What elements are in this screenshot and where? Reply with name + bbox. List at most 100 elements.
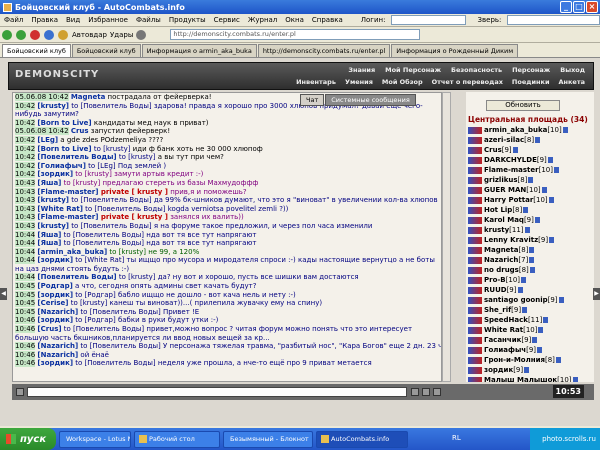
message-author[interactable]: [Яша] [37,239,61,247]
message-author[interactable]: [Born to Live] [37,145,91,153]
info-icon[interactable] [528,177,534,183]
player-row[interactable]: Грон-и-Молния [8] [468,355,592,365]
message-author[interactable]: [krusty] [37,222,69,230]
nav-knowledge[interactable]: Знания [344,66,379,74]
clear-icon[interactable] [422,388,430,396]
info-icon[interactable] [535,137,541,143]
menu-journal[interactable]: Журнал [244,16,281,24]
info-icon[interactable] [537,347,543,353]
message-author[interactable]: [Родгар] [37,282,72,290]
player-row[interactable]: Flame-master [10] [468,165,592,175]
nav-skills[interactable]: Умения [341,78,377,86]
menu-service[interactable]: Сервис [210,16,244,24]
nav-overview[interactable]: Мой Обзор [378,78,427,86]
player-name[interactable]: Crus [484,146,502,154]
message-author[interactable]: Crus [71,127,89,135]
player-row[interactable]: Harry Pottar [10] [468,195,592,205]
nav-character[interactable]: Персонаж [508,66,554,74]
task-lotus[interactable]: Workspace - Lotus N... [59,430,131,448]
menu-view[interactable]: Вид [62,16,84,24]
info-icon[interactable] [572,377,578,382]
player-name[interactable]: no drugs [484,266,519,274]
info-icon[interactable] [562,127,568,133]
close-button[interactable]: × [586,1,598,13]
player-row[interactable]: SpeedHack [11] [468,315,592,325]
info-icon[interactable] [522,307,528,313]
message-author[interactable]: [White Rat] [37,205,83,213]
info-icon[interactable] [523,207,529,213]
player-name[interactable]: Flame-master [484,166,539,174]
refresh-list-button[interactable]: Обновить [486,100,560,111]
url-input[interactable]: http://demonscity.combats.ru/enter.pl [170,29,421,40]
player-row[interactable]: White Rat [10] [468,325,592,335]
player-row[interactable]: krusty [11] [468,225,592,235]
window-titlebar[interactable]: Бойцовский клуб - AutoCombats.info _ □ × [0,0,600,14]
player-name[interactable]: Nazarich [484,256,518,264]
info-icon[interactable] [529,267,535,273]
nav-my-character[interactable]: Мой Персонаж [381,66,445,74]
right-arrow-icon[interactable]: ▶ [593,288,600,300]
back-button[interactable] [2,29,13,41]
maximize-button[interactable]: □ [573,1,585,13]
info-icon[interactable] [543,317,549,323]
menu-file[interactable]: Файл [0,16,27,24]
menu-favorites[interactable]: Избранное [84,16,132,24]
info-icon[interactable] [534,217,540,223]
menu-windows[interactable]: Окна [281,16,308,24]
message-author[interactable]: [armin_aka_buka] [37,248,107,256]
player-row[interactable]: Lenny Kravitz [9] [468,235,592,245]
player-row[interactable]: зордик [9] [468,365,592,375]
menu-help[interactable]: Справка [308,16,347,24]
settings-button[interactable] [136,29,147,41]
task-autocombats[interactable]: AutoCombats.info [316,430,408,448]
minimize-button[interactable]: _ [560,1,572,13]
player-row[interactable]: no drugs [8] [468,265,592,275]
tab-4[interactable]: Информация о Рожденный Диким [391,44,519,57]
message-author[interactable]: [зордик] [37,256,73,264]
chat-log[interactable]: 05.06.08 10:42 Magneta пострадала от фей… [12,92,442,382]
message-author[interactable]: Magneta [71,93,106,101]
info-icon[interactable] [558,297,564,303]
player-row[interactable]: Crus [9] [468,145,592,155]
menu-products[interactable]: Продукты [165,16,210,24]
tricks-button[interactable]: Удары [110,29,133,41]
info-icon[interactable] [541,187,547,193]
send-icon[interactable] [411,388,419,396]
player-name[interactable]: Малыш Малышок [484,376,557,382]
player-row[interactable]: grizlikus [8] [468,175,592,185]
player-row[interactable]: She_rif [9] [468,305,592,315]
player-name[interactable]: RUUD [484,286,507,294]
player-name[interactable]: krusty [484,226,509,234]
info-icon[interactable] [547,157,553,163]
player-row[interactable]: DARKCHYLDE [9] [468,155,592,165]
player-row[interactable]: Karol Maq [9] [468,215,592,225]
info-icon[interactable] [555,357,561,363]
forward-button[interactable] [16,29,27,41]
message-author[interactable]: [Cerise] [37,299,68,307]
message-author[interactable]: [зордик] [37,170,73,178]
message-author[interactable]: [LEg] [37,136,58,144]
info-icon[interactable] [538,327,544,333]
message-author[interactable]: [Яша] [37,231,61,239]
player-row[interactable]: Nazarich [7] [468,255,592,265]
smile-icon[interactable] [16,388,24,396]
stop-button[interactable] [30,29,41,41]
message-author[interactable]: [Повелитель Воды] [37,153,116,161]
player-name[interactable]: Гасанчик [484,336,521,344]
player-row[interactable]: Pro-B [10] [468,275,592,285]
player-name[interactable]: Harry Pottar [484,196,533,204]
chat-input[interactable] [27,387,407,397]
player-name[interactable]: grizlikus [484,176,518,184]
player-name[interactable]: Hot Lip [484,206,512,214]
player-row[interactable]: azeri-silac [8] [468,135,592,145]
tab-2[interactable]: Информация о armin_aka_buka [141,44,257,57]
nav-transfers[interactable]: Отчет о переводах [428,78,507,86]
info-icon[interactable] [524,367,530,373]
info-icon[interactable] [512,147,518,153]
info-icon[interactable] [529,257,535,263]
info-icon[interactable] [529,247,535,253]
info-icon[interactable] [532,337,538,343]
info-icon[interactable] [548,197,554,203]
player-name[interactable]: Karol Maq [484,216,524,224]
nav-inventory[interactable]: Инвентарь [292,78,340,86]
